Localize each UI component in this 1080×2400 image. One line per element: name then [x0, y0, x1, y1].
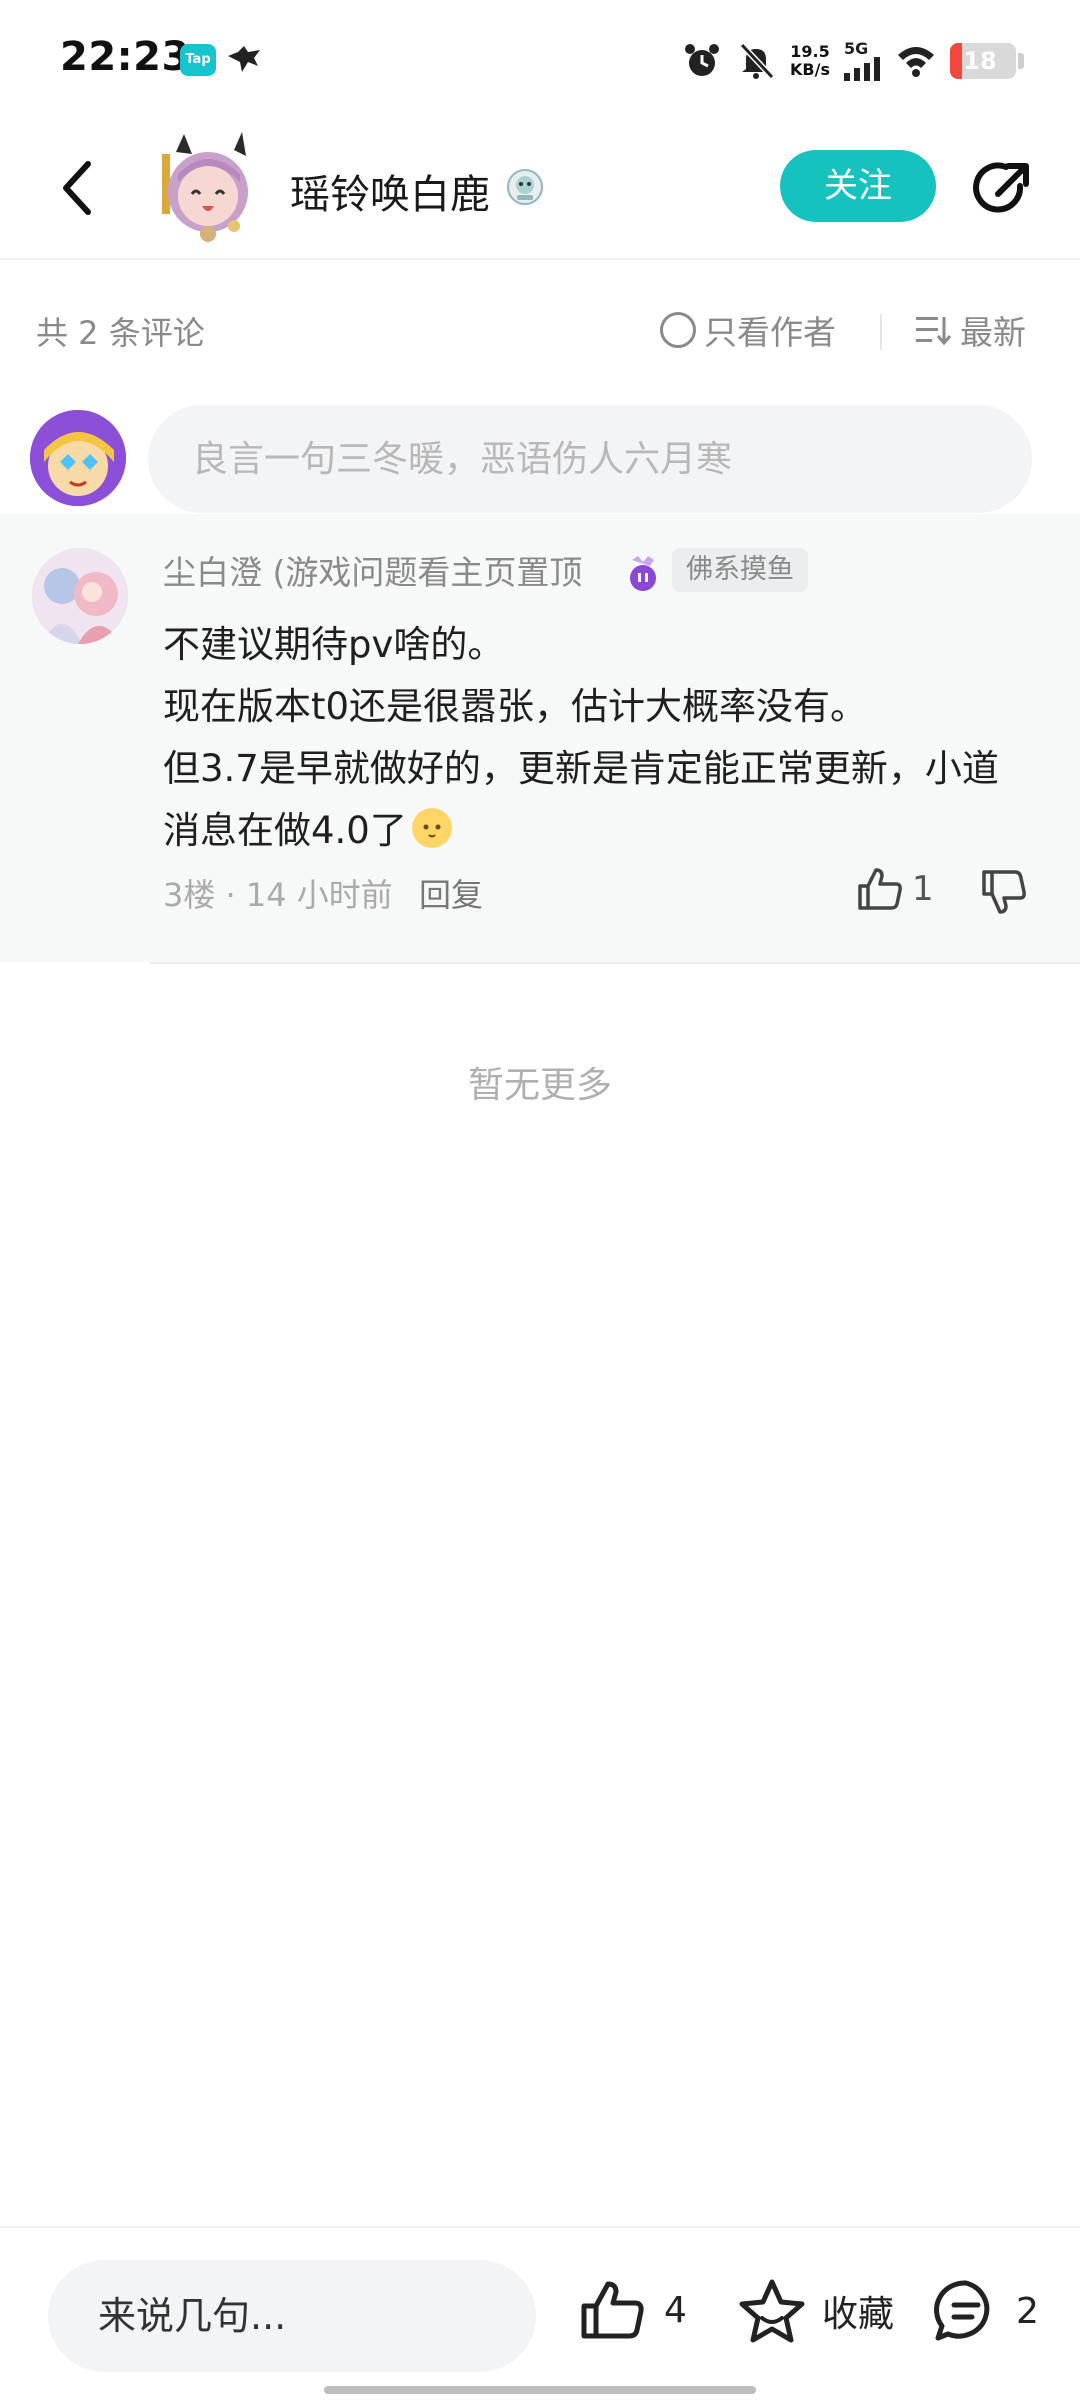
net-speed: 19.5 KB/s: [790, 43, 830, 79]
comment-body: 不建议期待pv啥的。 现在版本t0还是很嚣张，估计大概率没有。 但3.7是早就做…: [163, 614, 1033, 862]
wifi-icon: [898, 47, 934, 77]
bird-icon: [228, 46, 260, 72]
user-tag-badge: 佛系摸鱼: [672, 548, 808, 592]
alarm-icon: [685, 44, 720, 76]
commenter-name[interactable]: 尘白澄 (游戏问题看主页置顶: [163, 546, 582, 594]
comment-item: 尘白澄 (游戏问题看主页置顶 佛系摸鱼 不建议期待pv啥的。 现在版本t0还是很…: [0, 514, 1080, 962]
verified-badge-icon: [507, 169, 543, 205]
post-like-button[interactable]: 4: [580, 2278, 687, 2342]
reply-button[interactable]: 回复: [419, 876, 483, 914]
sort-icon: [916, 317, 952, 346]
bottom-action-bar: 来说几句... 4 收藏 2: [0, 2226, 1080, 2400]
battery-level: 18: [963, 47, 997, 75]
favorite-label: 收藏: [822, 2294, 895, 2335]
comment-count: 共 2 条评论: [36, 314, 205, 352]
radio-icon: [660, 312, 696, 348]
bottom-comment-input[interactable]: 来说几句...: [48, 2260, 536, 2372]
post-like-count: 4: [664, 2289, 687, 2331]
author-only-label: 只看作者: [704, 313, 836, 352]
commenter-avatar[interactable]: [32, 548, 128, 644]
comment-time: 14 小时前: [245, 876, 393, 914]
comment-icon: [934, 2280, 990, 2341]
status-icons: 19.5 KB/s 5G 18: [682, 36, 1024, 86]
comment-meta: 3楼 · 14 小时前 回复: [163, 870, 483, 916]
comments-toolbar: 共 2 条评论 只看作者 最新: [0, 290, 1080, 370]
meta-separator: ·: [225, 876, 236, 914]
comments-button[interactable]: 2: [932, 2278, 1039, 2344]
comment-line: 但3.7是早就做好的，更新是肯定能正常更新，小道消息在做4.0了: [163, 738, 1033, 862]
net-speed-value: 19.5: [790, 42, 830, 61]
home-indicator[interactable]: [324, 2386, 756, 2394]
comment-like-count: 1: [912, 869, 934, 909]
header: 瑶铃唤白鹿 关注: [0, 120, 1080, 260]
status-time: 22:23: [60, 34, 190, 80]
star-icon: [739, 2279, 805, 2343]
author-only-toggle[interactable]: 只看作者: [660, 306, 836, 354]
medal-icon: [630, 556, 656, 591]
status-bar: 22:23 Tap 19.5 KB/s 5G 18: [0, 0, 1080, 120]
favorite-button[interactable]: 收藏: [738, 2278, 894, 2344]
sort-button[interactable]: 最新: [914, 306, 1026, 354]
thumbs-down-icon[interactable]: [980, 868, 1030, 916]
mute-icon: [739, 42, 775, 80]
thumbs-up-icon: [581, 2281, 644, 2339]
floor-number: 3楼: [163, 876, 216, 914]
divider: [880, 314, 882, 350]
author-name[interactable]: 瑶铃唤白鹿: [290, 162, 490, 220]
no-more-text: 暂无更多: [467, 1065, 612, 1106]
my-avatar[interactable]: [30, 410, 126, 506]
back-icon[interactable]: [52, 150, 108, 226]
emoji-icon: [411, 808, 452, 848]
net-speed-unit: KB/s: [790, 60, 830, 79]
comment-line: 不建议期待pv啥的。: [163, 623, 505, 666]
signal-icon: [844, 57, 880, 81]
battery-nub: [1018, 53, 1024, 69]
comment-line: 现在版本t0还是很嚣张，估计大概率没有。: [163, 685, 868, 728]
thumbs-up-icon: [858, 868, 902, 910]
follow-button[interactable]: 关注: [780, 150, 936, 222]
network-type: 5G: [844, 39, 869, 58]
comment-input[interactable]: [148, 405, 1032, 513]
comment-like-button[interactable]: 1: [856, 866, 934, 912]
tap-app-icon: Tap: [180, 44, 216, 76]
divider: [150, 962, 1080, 964]
sort-label: 最新: [960, 313, 1026, 352]
author-avatar[interactable]: [156, 130, 260, 246]
battery-icon: 18: [950, 43, 1016, 79]
share-icon[interactable]: [970, 156, 1036, 222]
comment-line-text: 但3.7是早就做好的，更新是肯定能正常更新，小道消息在做4.0了: [163, 747, 999, 852]
signal-group: 5G: [844, 41, 882, 81]
comments-count: 2: [1016, 2290, 1039, 2332]
